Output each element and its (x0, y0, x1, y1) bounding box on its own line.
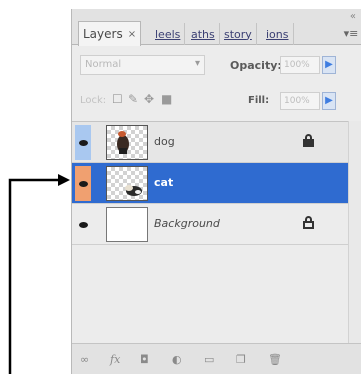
tab-history[interactable]: story (220, 23, 257, 45)
opacity-slider-button[interactable]: ▶ (322, 56, 336, 74)
layer-row-cat[interactable]: cat (72, 163, 348, 204)
layer-name: cat (154, 176, 174, 189)
visibility-toggle[interactable] (75, 125, 91, 160)
opacity-label: Opacity: (230, 59, 282, 72)
tab-channels[interactable]: leels (151, 23, 186, 45)
fill-label: Fill: (248, 95, 270, 106)
lock-icon (303, 216, 314, 229)
tab-layers[interactable]: Layers × (78, 21, 142, 46)
chevron-down-icon: ▾ (194, 58, 200, 69)
fill-slider-button[interactable]: ▶ (322, 92, 336, 110)
layers-panel: Layers × leels aths story ions ▾≡ « Norm… (71, 9, 361, 374)
layers-list: dog cat Background (72, 121, 348, 343)
eye-icon (78, 221, 88, 228)
tab-label: ions (266, 27, 289, 41)
opacity-field[interactable]: 100% (280, 56, 320, 74)
layer-row-background[interactable]: Background (72, 204, 348, 245)
blend-opacity-row: Normal ▾ Opacity: 100% ▶ (72, 51, 361, 79)
tab-actions[interactable]: ions (262, 23, 294, 45)
lock-transparency-icon[interactable]: ☐ (112, 92, 123, 106)
lock-label: Lock: (80, 95, 107, 106)
dog-thumbnail-icon (117, 131, 129, 154)
lock-icon (303, 134, 314, 147)
blend-mode-select[interactable]: Normal ▾ (80, 55, 205, 75)
cat-thumbnail-icon (125, 185, 142, 196)
layer-thumbnail (106, 166, 148, 201)
close-icon[interactable]: × (128, 29, 136, 40)
layers-scrollbar[interactable] (348, 121, 361, 343)
new-group-icon[interactable]: ▭ (204, 353, 214, 366)
blend-mode-value: Normal (85, 59, 122, 70)
layer-thumbnail (106, 125, 148, 160)
lock-pixels-icon[interactable]: ✎ (128, 92, 138, 106)
layers-toolbar: ∞ fx ◘ ◐ ▭ ❐ 🗑 (72, 343, 361, 374)
adjustment-layer-icon[interactable]: ◐ (172, 353, 182, 366)
fill-field[interactable]: 100% (280, 92, 320, 110)
tab-label: aths (191, 27, 215, 41)
delete-layer-icon[interactable]: 🗑 (268, 353, 282, 366)
layer-style-icon[interactable]: fx (110, 353, 120, 366)
tab-label: leels (155, 27, 181, 41)
visibility-toggle[interactable] (75, 166, 91, 201)
link-layers-icon[interactable]: ∞ (80, 353, 89, 366)
lock-all-icon[interactable]: ■ (161, 92, 172, 106)
eye-icon (78, 180, 88, 187)
eye-icon (78, 139, 88, 146)
lock-position-icon[interactable]: ✥ (144, 92, 154, 106)
tab-paths[interactable]: aths (187, 23, 220, 45)
layer-row-dog[interactable]: dog (72, 122, 348, 163)
visibility-toggle[interactable] (75, 207, 91, 242)
tab-label: Layers (83, 27, 123, 41)
layer-mask-icon[interactable]: ◘ (140, 353, 149, 366)
tab-label: story (224, 27, 252, 41)
arrow-line (8, 178, 66, 374)
lock-fill-row: Lock: ☐ ✎ ✥ ■ Fill: 100% ▶ (72, 87, 361, 115)
layer-name: dog (154, 135, 175, 148)
layer-name: Background (154, 217, 220, 230)
arrow-head-icon (58, 174, 70, 186)
tab-strip: Layers × leels aths story ions ▾≡ « (72, 9, 361, 46)
collapse-icon[interactable]: « (350, 11, 356, 22)
panel-menu-icon[interactable]: ▾≡ (342, 27, 360, 43)
layer-thumbnail (106, 207, 148, 242)
new-layer-icon[interactable]: ❐ (236, 353, 246, 366)
